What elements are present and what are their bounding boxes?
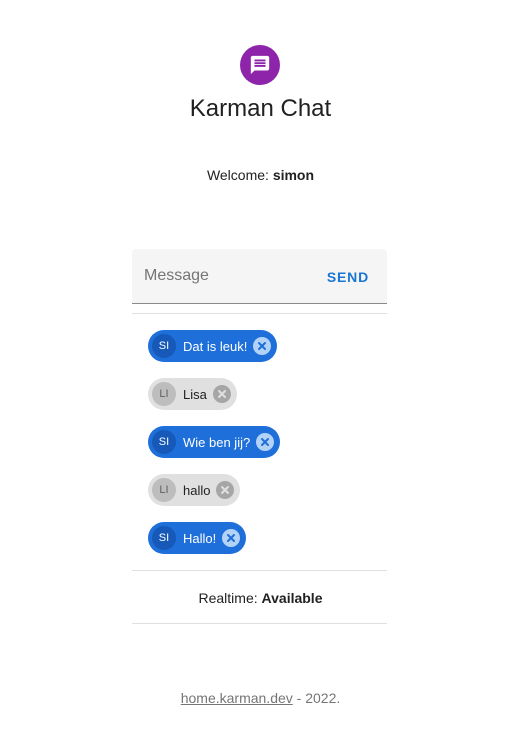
- message-chip[interactable]: SI Dat is leuk!: [148, 330, 278, 362]
- welcome-username: simon: [272, 167, 315, 183]
- footer-suffix: - 2022.: [292, 690, 341, 706]
- avatar: LI: [152, 478, 176, 502]
- message-text: hallo: [183, 482, 211, 498]
- message-chip[interactable]: SI Wie ben jij?: [148, 426, 281, 458]
- avatar: SI: [152, 526, 176, 550]
- message-text: Wie ben jij?: [183, 434, 251, 450]
- avatar: SI: [152, 334, 176, 358]
- message-text: Dat is leuk!: [183, 338, 248, 354]
- footer: home.karman.dev - 2022.: [0, 689, 521, 707]
- realtime-value: Available: [261, 590, 323, 606]
- divider-middle: [132, 570, 387, 571]
- avatar: SI: [152, 430, 176, 454]
- delete-message-icon[interactable]: [212, 385, 231, 403]
- realtime-label: Realtime:: [198, 590, 258, 606]
- delete-message-icon[interactable]: [216, 481, 235, 499]
- message-input[interactable]: [144, 265, 304, 287]
- divider-top: [132, 313, 387, 314]
- delete-message-icon[interactable]: [256, 433, 275, 451]
- send-button[interactable]: SEND: [317, 261, 379, 293]
- app-logo: [240, 45, 280, 85]
- welcome-line: Welcome: simon: [0, 166, 521, 184]
- message-text: Hallo!: [183, 530, 217, 546]
- message-text: Lisa: [183, 386, 207, 402]
- realtime-status: Realtime: Available: [0, 589, 521, 607]
- message-chip[interactable]: LI hallo: [148, 474, 241, 506]
- delete-message-icon[interactable]: [253, 337, 272, 355]
- app-title: Karman Chat: [189, 95, 332, 122]
- message-chip[interactable]: SI Hallo!: [148, 522, 247, 554]
- footer-link[interactable]: home.karman.dev: [181, 690, 293, 706]
- divider-bottom: [132, 623, 387, 624]
- welcome-label: Welcome:: [206, 167, 269, 183]
- message-chip[interactable]: LI Lisa: [148, 378, 237, 410]
- message-composer: SEND: [132, 249, 387, 304]
- delete-message-icon[interactable]: [222, 529, 241, 547]
- chat-bubble-icon: [250, 55, 270, 75]
- avatar: LI: [152, 382, 176, 406]
